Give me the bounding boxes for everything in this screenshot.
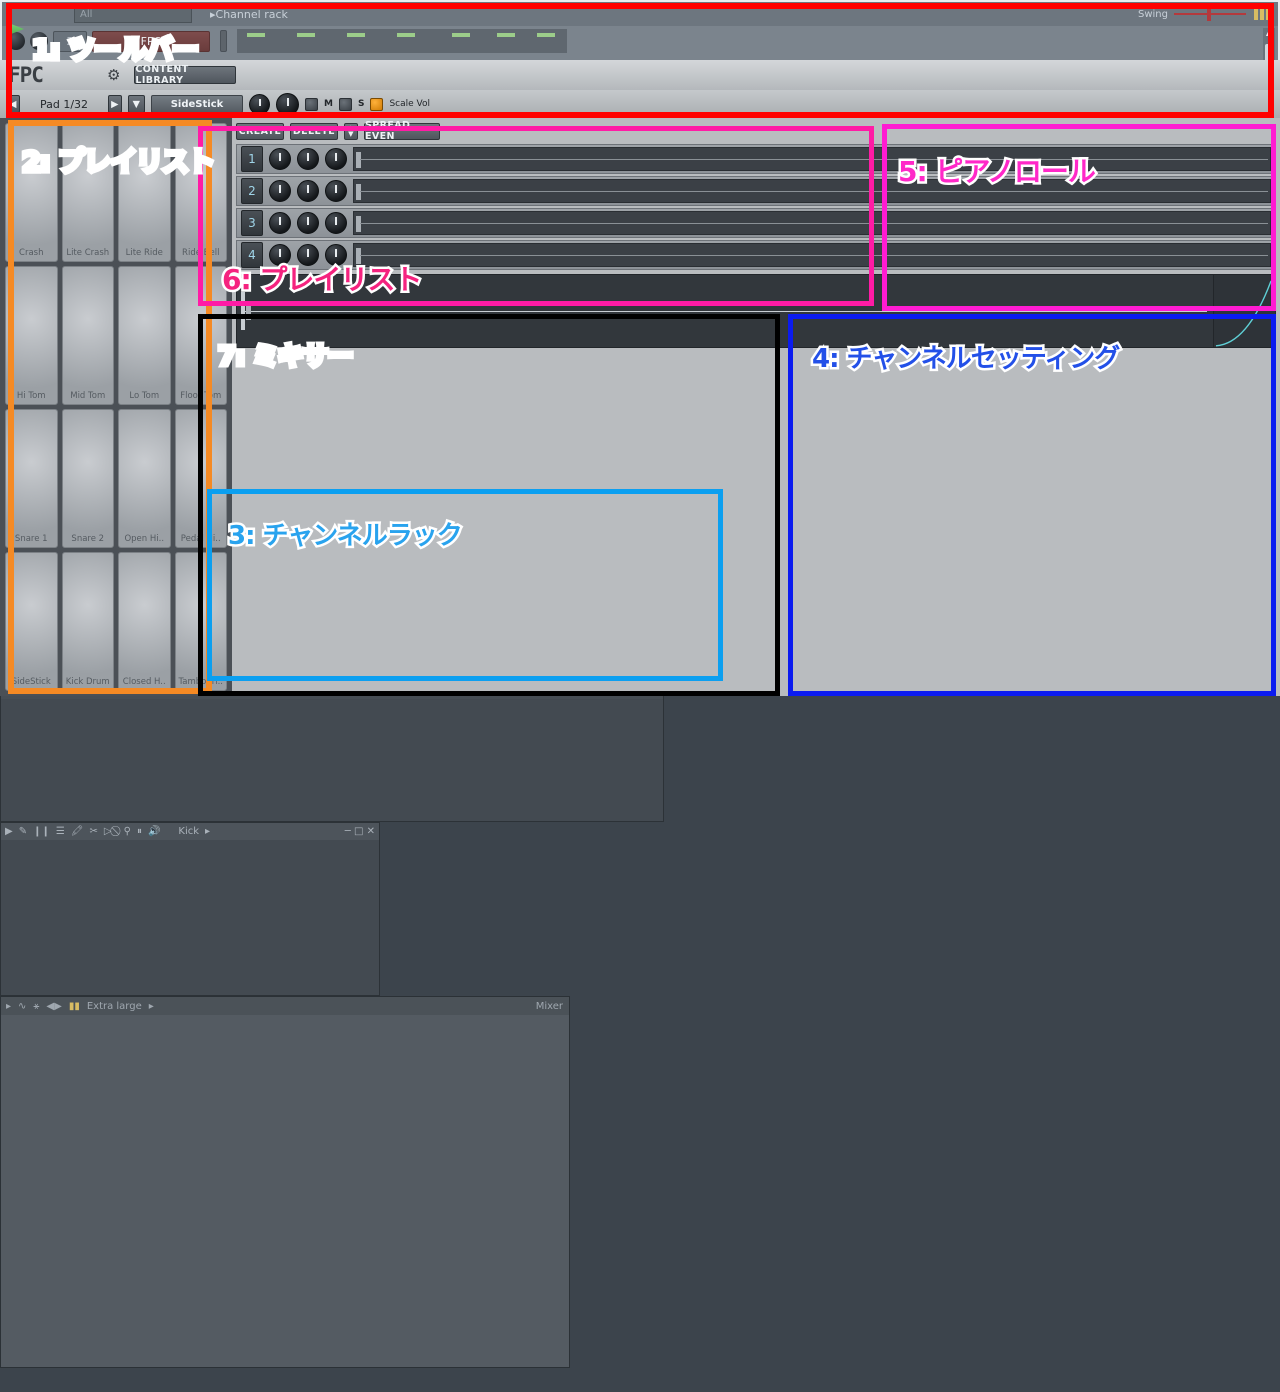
pr-playback-icon[interactable]: ⏸ — [137, 826, 142, 837]
pr-title-chevron-icon[interactable]: ▸ — [205, 826, 210, 837]
channel-rack-panel[interactable]: All ▸ Channel rack Swing 2FPC---⩞3kick⩞4… — [0, 0, 1280, 1392]
graph-bar — [247, 33, 265, 37]
graph-bar — [347, 33, 365, 37]
mixer-wave-icon[interactable]: ∿ — [18, 1001, 26, 1012]
mixer-play-icon[interactable]: ▸ — [6, 1001, 11, 1012]
piano-roll-title: Kick — [178, 826, 200, 837]
graph-bar — [537, 33, 555, 37]
graph-bar — [497, 33, 515, 37]
channel-selector[interactable] — [220, 30, 227, 52]
mixer-swap-icon[interactable]: ◀▶ — [46, 1001, 61, 1012]
mixer-preset-chevron-icon[interactable]: ▸ — [149, 1001, 154, 1012]
pr-paint-icon[interactable]: ❙❙ — [33, 826, 50, 837]
fpc-graph-editor[interactable] — [237, 29, 567, 53]
mixer-person-icon[interactable]: ⚹ — [33, 1001, 39, 1012]
piano-roll-panel[interactable]: ▶ ✎ ❙❙ ☰ 🖍 ✂ ▷ ⃠ ⚲ ⏸ 🔊 Kick ▸ ─ □ ✕ ▶ 1 … — [0, 18, 1280, 996]
swing-slider[interactable] — [1174, 7, 1246, 21]
pr-slip-icon[interactable]: 🖍 — [71, 826, 84, 837]
piano-roll-titlebar: ▶ ✎ ❙❙ ☰ 🖍 ✂ ▷ ⃠ ⚲ ⏸ 🔊 Kick ▸ ─ □ ✕ — [1, 823, 379, 840]
annotation-label-3: 3: チャンネルラック — [226, 519, 466, 554]
graph-bar — [452, 33, 470, 37]
annotation-label-5: 5: ピアノロール — [896, 153, 1099, 191]
channel-rack-title: Channel rack — [215, 7, 288, 21]
pr-draw-icon[interactable]: ✎ — [19, 826, 27, 837]
pr-select-icon[interactable]: ▷ — [104, 826, 112, 837]
annotation-label-2: 2: プレイリスト — [20, 145, 218, 181]
mixer-preset-label[interactable]: Extra large — [87, 1001, 142, 1012]
pr-window-buttons[interactable]: ─ □ ✕ — [345, 826, 375, 837]
graph-bar — [397, 33, 415, 37]
pr-cut-icon[interactable]: ✂ — [90, 826, 98, 837]
mixer-panel[interactable]: ▸ ∿ ⚹ ◀▶ ▮▮ Extra large ▸ Mixer 30369121… — [0, 20, 1280, 1368]
annotation-label-6: 6: プレイリスト — [219, 261, 424, 299]
mixer-header: ▸ ∿ ⚹ ◀▶ ▮▮ Extra large ▸ Mixer — [1, 997, 569, 1015]
mixer-title: Mixer — [535, 1000, 563, 1012]
swing-label: Swing — [1138, 8, 1168, 20]
annotation-label-7: 7: ミキサー — [216, 340, 357, 375]
channel-rack-header: All ▸ Channel rack Swing — [2, 2, 1278, 26]
channel-pan-knob[interactable] — [7, 32, 25, 50]
graph-bar — [297, 33, 315, 37]
channel-filter-selector[interactable]: All — [74, 5, 192, 23]
annotation-label-1: 1: ツールバー — [30, 33, 202, 69]
pr-preview-icon[interactable]: 🔊 — [148, 826, 160, 837]
rack-menu-icon[interactable] — [1254, 8, 1270, 20]
pr-list-icon[interactable]: ☰ — [56, 826, 65, 837]
pr-zoom-icon[interactable]: ⚲ — [124, 826, 131, 837]
mixer-size-icon[interactable]: ▮▮ — [69, 1001, 80, 1012]
annotation-label-4: 4: チャンネルセッティング — [809, 342, 1122, 377]
rack-scroll-up-icon[interactable]: ▲ — [1263, 28, 1275, 40]
pr-play-icon[interactable]: ▶ — [5, 826, 13, 837]
fl-studio-window: _ □ X .flp FILE EDIT ADD PATTERNS VIEW O… — [0, 0, 1280, 1368]
